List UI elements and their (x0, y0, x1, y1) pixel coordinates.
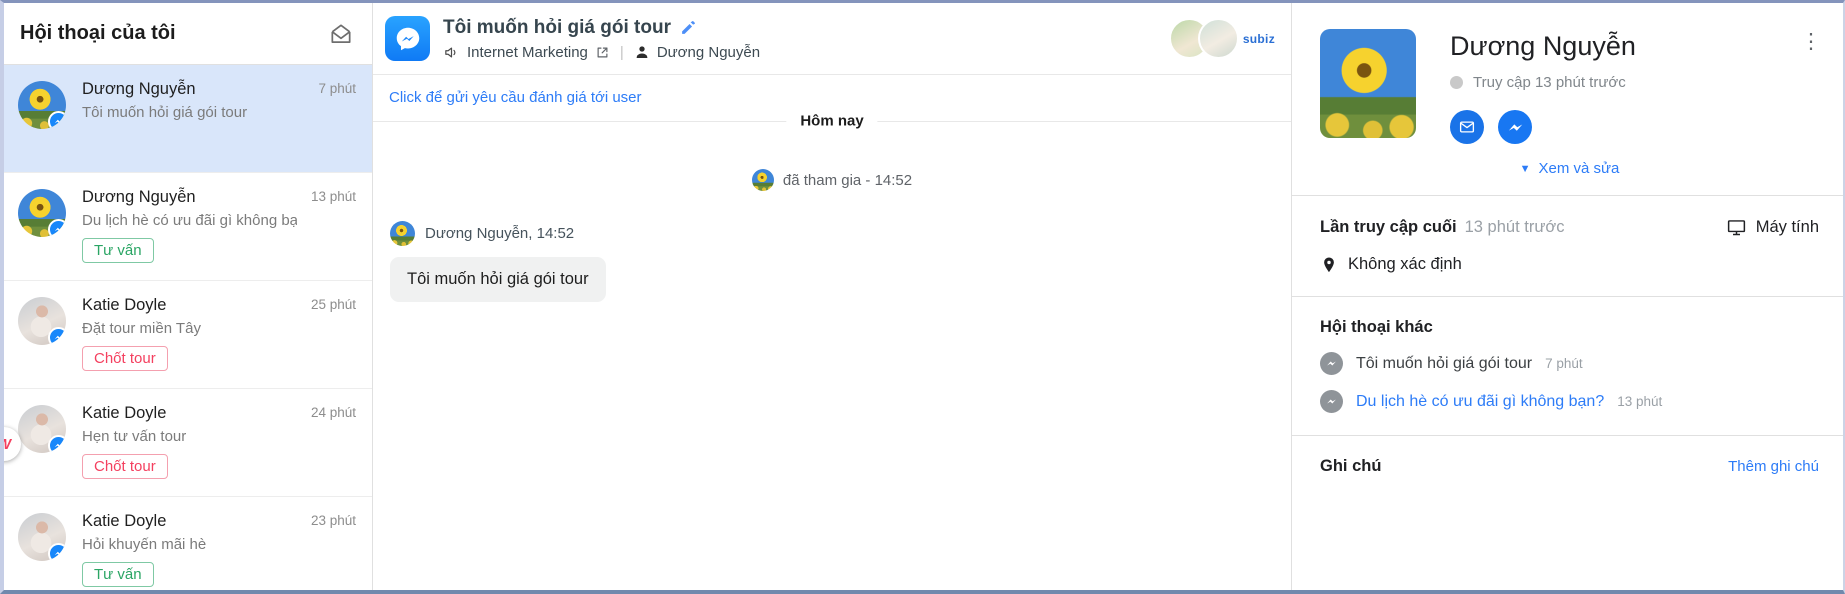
messenger-icon (1320, 390, 1343, 413)
conversation-time: 24 phút (310, 405, 356, 420)
conversation-item[interactable]: Katie Doyle Đặt tour miền Tây Chốt tour … (4, 281, 372, 389)
conversation-time: 23 phút (310, 513, 356, 528)
conversation-item[interactable]: Katie Doyle Hẹn tư vấn tour Chốt tour 24… (4, 389, 372, 497)
conversation-item[interactable]: Katie Doyle Hỏi khuyến mãi hè Tư vấn 23 … (4, 497, 372, 590)
kebab-menu-icon[interactable]: ⋮ (1797, 27, 1825, 55)
subiz-logo: subiz (1242, 31, 1275, 46)
messenger-badge-icon (48, 327, 66, 345)
messenger-icon (1320, 352, 1343, 375)
other-conversation-text[interactable]: Du lịch hè có ưu đãi gì không bạn? (1356, 393, 1604, 411)
profile-name: Dương Nguyễn (1450, 31, 1636, 61)
avatar (390, 221, 415, 246)
location-pin-icon (1320, 256, 1338, 274)
person-icon (634, 44, 650, 60)
conversation-sidebar: Hội thoại của tôi Dương Nguyễn Tôi muốn … (4, 3, 373, 590)
avatar (18, 297, 66, 345)
last-visit-value: 13 phút trước (1464, 218, 1565, 236)
chat-header: Tôi muốn hỏi giá gói tour Internet Marke… (373, 3, 1291, 75)
conversation-tag: Chốt tour (82, 454, 168, 479)
sidebar-header: Hội thoại của tôi (4, 3, 372, 65)
other-conversation-text[interactable]: Tôi muốn hỏi giá gói tour (1356, 355, 1532, 373)
messenger-badge-icon (48, 111, 66, 129)
status-dot (1450, 76, 1463, 89)
other-conversation-row[interactable]: Du lịch hè có ưu đãi gì không bạn? 13 ph… (1320, 390, 1819, 413)
chat-panel: Tôi muốn hỏi giá gói tour Internet Marke… (373, 3, 1292, 590)
last-visit-label: Lần truy cập cuối (1320, 218, 1457, 236)
other-conversations-title: Hội thoại khác (1320, 318, 1433, 336)
device-type: Máy tính (1755, 218, 1819, 236)
other-conversations-section: Hội thoại khác Tôi muốn hỏi giá gói tour… (1292, 296, 1843, 435)
other-conversation-time: 7 phút (1545, 356, 1583, 371)
send-rating-link[interactable]: Click để gửi yêu cầu đánh giá tới user (389, 89, 642, 106)
other-conversation-row[interactable]: Tôi muốn hỏi giá gói tour 7 phút (1320, 352, 1819, 375)
conversation-preview: Du lịch hè có ưu đãi gì không bạn? (82, 212, 297, 229)
assignee-name: Dương Nguyễn (656, 43, 761, 61)
conversation-name: Dương Nguyễn (82, 80, 196, 98)
external-link-icon[interactable] (595, 45, 610, 60)
messenger-badge-icon (48, 435, 66, 453)
join-event-row: đã tham gia - 14:52 (373, 169, 1291, 191)
channel-name: Internet Marketing (467, 43, 588, 61)
date-divider: Hôm nay (786, 112, 878, 130)
add-note-link[interactable]: Thêm ghi chú (1728, 458, 1819, 475)
avatar (18, 513, 66, 561)
avatar (18, 81, 66, 129)
speaker-icon (443, 44, 460, 61)
avatar (18, 189, 66, 237)
messenger-badge-icon (48, 543, 66, 561)
chat-title: Tôi muốn hỏi giá gói tour (443, 16, 671, 38)
conversation-preview: Đặt tour miền Tây (82, 320, 201, 337)
conversation-tag: Chốt tour (82, 346, 168, 371)
message-group: Dương Nguyễn, 14:52 Tôi muốn hỏi giá gói… (390, 221, 1291, 302)
app-window: Hội thoại của tôi Dương Nguyễn Tôi muốn … (0, 0, 1845, 594)
profile-status-text: Truy cập 13 phút trước (1473, 74, 1626, 91)
conversation-preview: Hẹn tư vấn tour (82, 428, 187, 445)
messenger-app-icon (385, 16, 430, 61)
avatar (18, 405, 66, 453)
conversation-item[interactable]: Dương Nguyễn Tôi muốn hỏi giá gói tour 7… (4, 65, 372, 173)
rating-request-row: Click để gửi yêu cầu đánh giá tới user H… (373, 75, 1291, 130)
chevron-down-icon: ▼ (1519, 163, 1531, 175)
separator: | (619, 43, 624, 61)
messenger-button[interactable] (1498, 110, 1532, 144)
message-bubble: Tôi muốn hỏi giá gói tour (390, 257, 606, 302)
agent-avatar (1197, 18, 1239, 59)
conversation-tag: Tư vấn (82, 562, 154, 587)
email-button[interactable] (1450, 110, 1484, 144)
message-sender: Dương Nguyễn, 14:52 (425, 225, 575, 242)
conversation-tag: Tư vấn (82, 238, 154, 263)
messenger-badge-icon (48, 219, 66, 237)
notes-section: Ghi chú Thêm ghi chú (1292, 435, 1843, 498)
desktop-icon (1726, 217, 1747, 238)
last-visit-section: Lần truy cập cuối 13 phút trước Máy tính (1292, 195, 1843, 296)
conversation-time: 7 phút (318, 81, 356, 96)
open-envelope-icon[interactable] (328, 21, 354, 47)
conversation-item[interactable]: Dương Nguyễn Du lịch hè có ưu đãi gì khô… (4, 173, 372, 281)
view-edit-link[interactable]: Xem và sửa (1538, 160, 1619, 177)
conversation-preview: Tôi muốn hỏi giá gói tour (82, 104, 248, 121)
contact-profile-panel: ⋮ Dương Nguyễn Truy cập 13 phút trước ▼ … (1292, 3, 1843, 590)
conversation-time: 13 phút (310, 189, 356, 204)
conversation-time: 25 phút (310, 297, 356, 312)
profile-avatar (1320, 29, 1416, 138)
other-conversation-time: 13 phút (1617, 394, 1663, 409)
sidebar-title: Hội thoại của tôi (20, 22, 176, 44)
notes-title: Ghi chú (1320, 457, 1382, 475)
join-event-text: đã tham gia - 14:52 (782, 171, 913, 189)
edit-pencil-icon[interactable] (680, 19, 697, 36)
avatar (751, 169, 774, 191)
conversation-preview: Hỏi khuyến mãi hè (82, 536, 207, 553)
location-value: Không xác định (1348, 255, 1462, 273)
